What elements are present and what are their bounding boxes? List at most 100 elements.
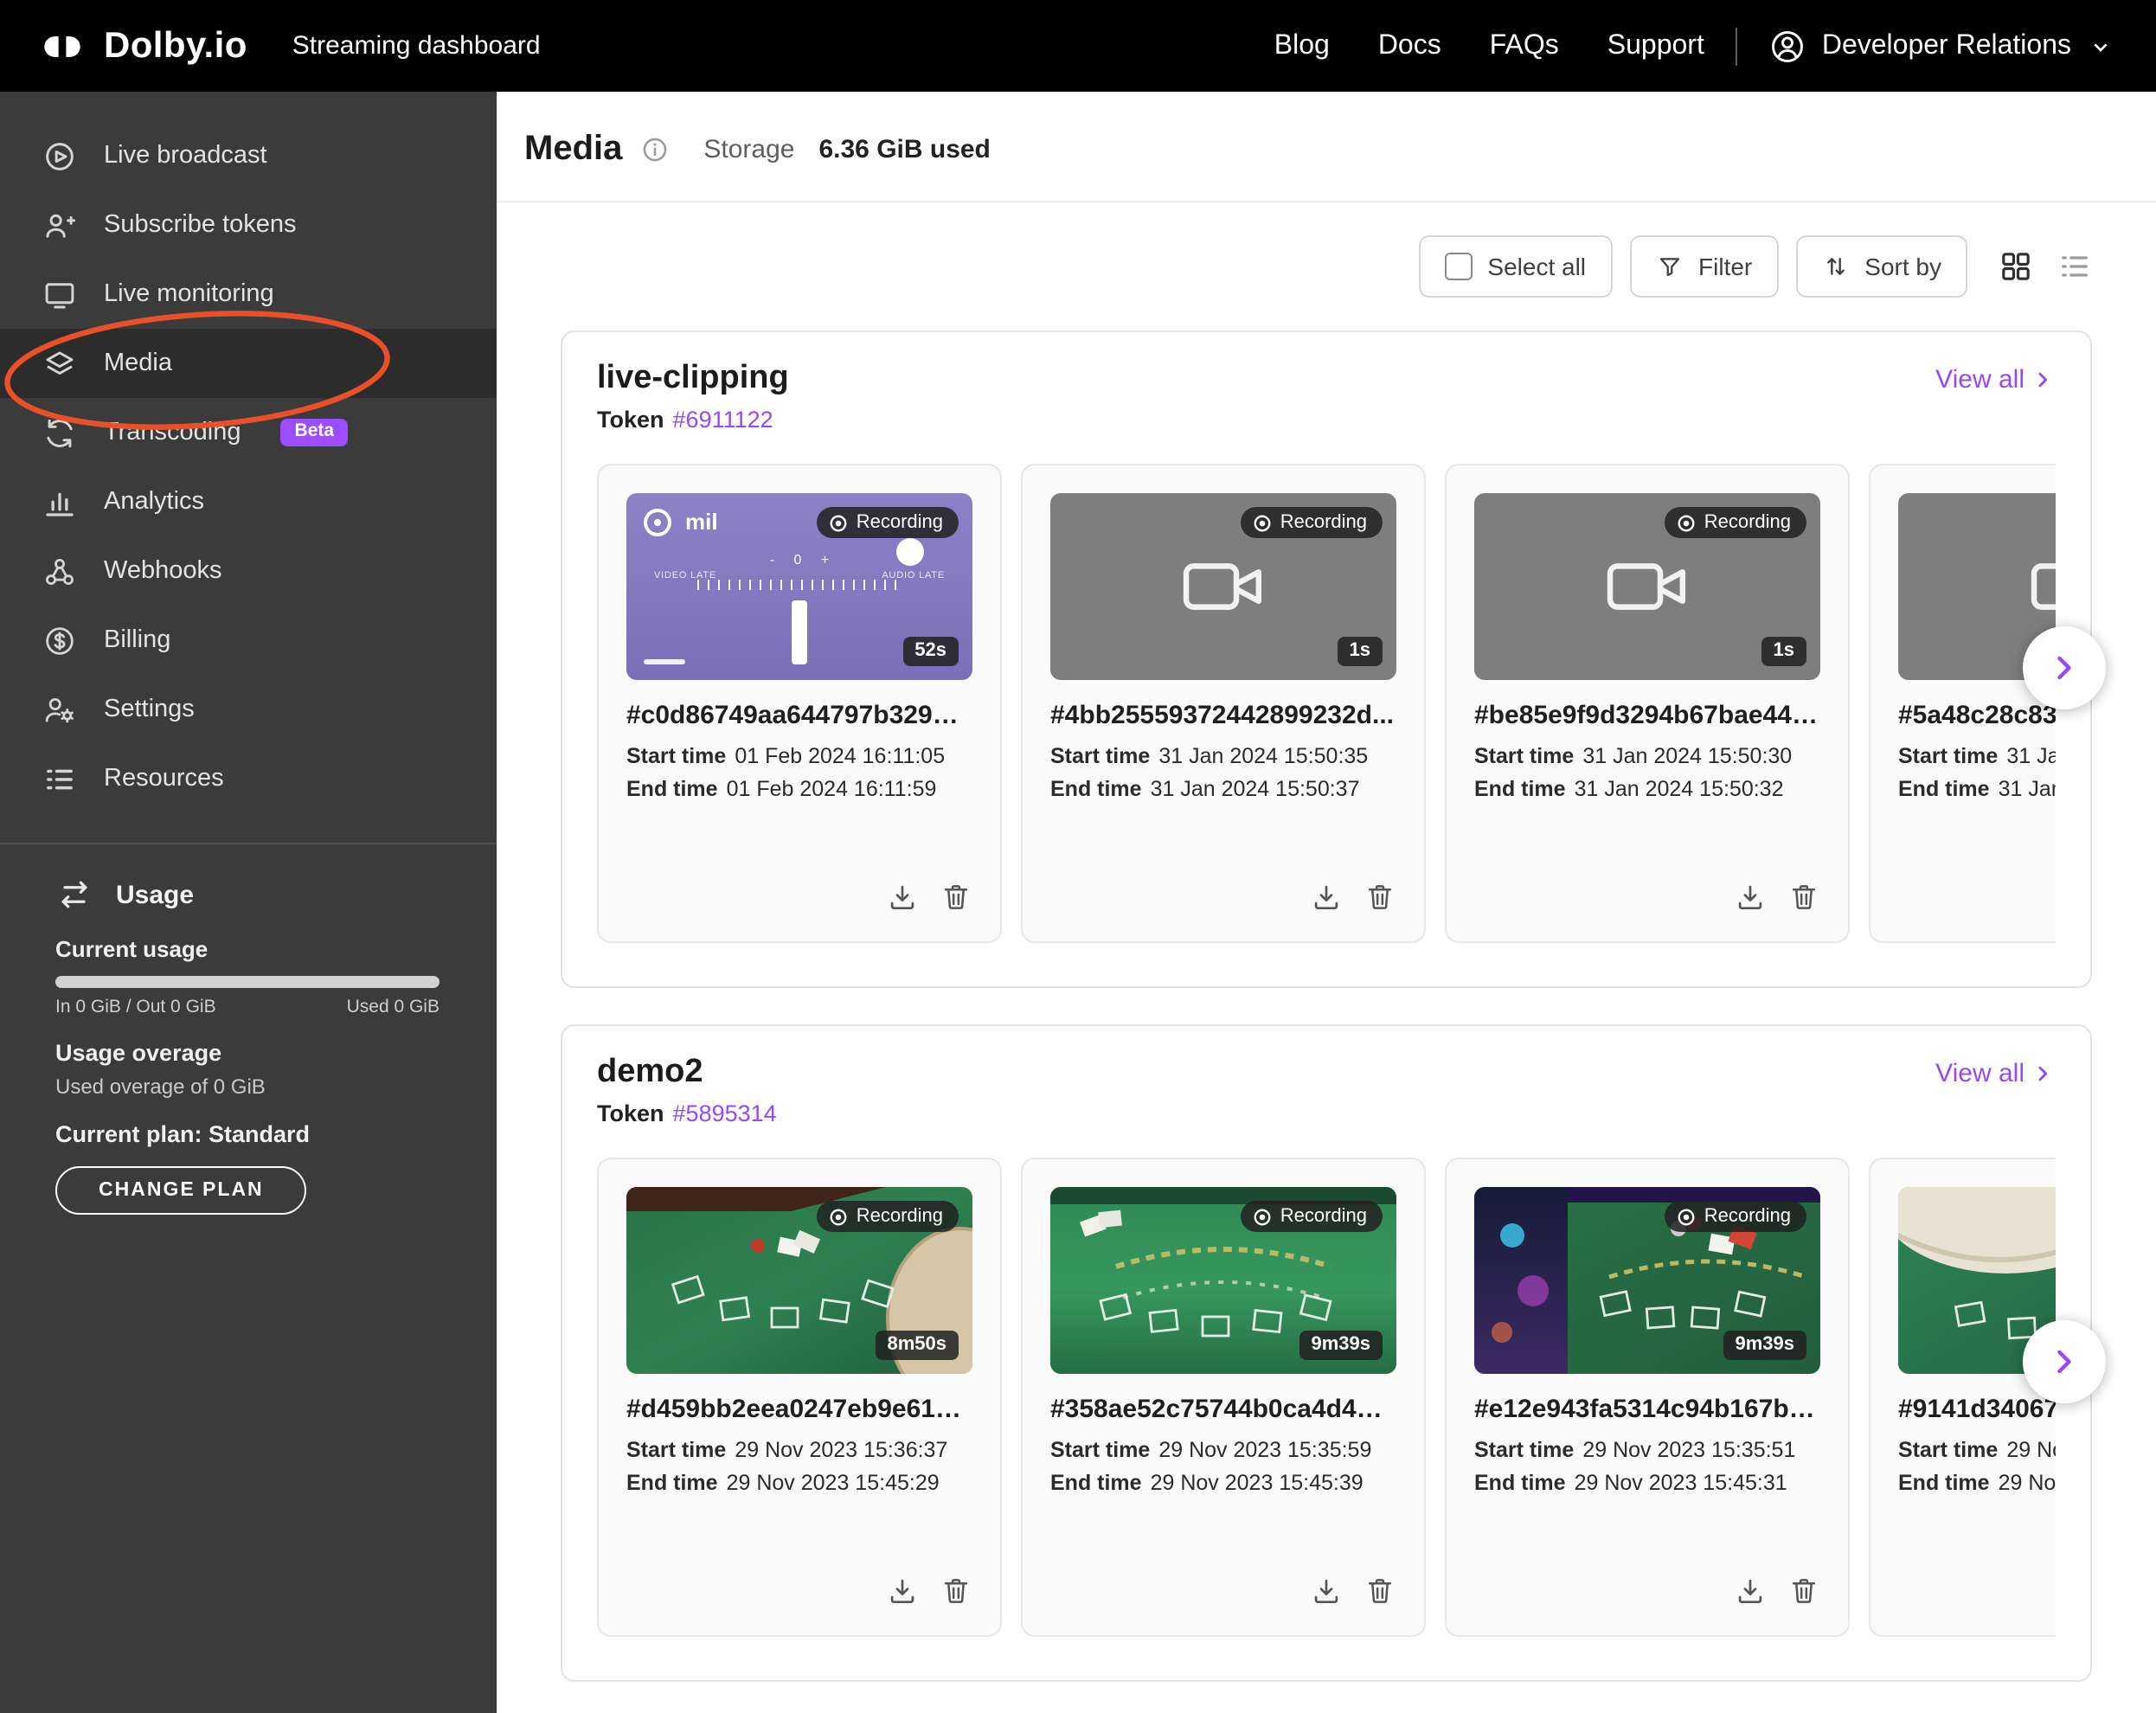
sidebar-item-live-broadcast[interactable]: Live broadcast bbox=[0, 121, 497, 190]
sidebar-item-label: Settings bbox=[104, 696, 195, 723]
toolbar: Select all Filter Sort by bbox=[1418, 235, 2092, 298]
sidebar-item-transcoding[interactable]: Transcoding Beta bbox=[0, 398, 497, 467]
end-time-value: 29 Nov 2023 15:45:31 bbox=[1575, 1471, 1787, 1495]
group-title: live-clipping bbox=[597, 360, 789, 398]
dashboard-subtitle: Streaming dashboard bbox=[292, 31, 541, 61]
nav-docs[interactable]: Docs bbox=[1378, 30, 1441, 61]
media-card[interactable]: Recording 1s #be85e9f9d3294b67bae445... … bbox=[1445, 464, 1850, 943]
account-menu[interactable]: Developer Relations bbox=[1768, 27, 2114, 65]
view-all-link[interactable]: View all bbox=[1935, 364, 2056, 394]
delete-button[interactable] bbox=[1787, 881, 1820, 914]
sort-by-button[interactable]: Sort by bbox=[1795, 235, 1967, 298]
select-all-button[interactable]: Select all bbox=[1418, 235, 1612, 298]
recording-badge: Recording bbox=[817, 1201, 959, 1232]
download-button[interactable] bbox=[886, 1575, 919, 1607]
media-thumbnail[interactable]: Recording 8m50s bbox=[626, 1187, 972, 1374]
settings-icon bbox=[42, 691, 78, 728]
view-all-label: View all bbox=[1935, 364, 2024, 394]
topbar-divider bbox=[1736, 27, 1737, 65]
select-all-checkbox[interactable] bbox=[1444, 253, 1472, 280]
thumbnail-brand-text: mil bbox=[685, 509, 718, 535]
sidebar-item-media[interactable]: Media bbox=[0, 329, 497, 398]
sidebar-item-live-monitoring[interactable]: Live monitoring bbox=[0, 260, 497, 329]
start-time-label: Start time bbox=[626, 744, 726, 768]
nav-blog[interactable]: Blog bbox=[1274, 30, 1330, 61]
chevron-right-icon bbox=[2045, 649, 2083, 687]
chevron-right-icon bbox=[2030, 366, 2056, 392]
resources-list-icon bbox=[42, 760, 78, 797]
media-card[interactable]: mil - 0 + VIDEO LATE AUDIO LATE bbox=[597, 464, 1002, 943]
media-thumbnail[interactable]: Recording 1s bbox=[1474, 493, 1820, 680]
scroll-right-button[interactable] bbox=[2023, 626, 2106, 709]
sidebar-item-webhooks[interactable]: Webhooks bbox=[0, 536, 497, 606]
webhooks-icon bbox=[42, 553, 78, 589]
media-card[interactable]: Recording 8m50s #d459bb2eea0247eb9e613a.… bbox=[597, 1158, 1002, 1637]
media-card[interactable]: #5a48c28c836 Start time31 Jan 2 End time… bbox=[1869, 464, 2056, 943]
current-plan: Current plan: Standard bbox=[55, 1121, 440, 1147]
sidebar-item-settings[interactable]: Settings bbox=[0, 675, 497, 744]
list-view-icon bbox=[2057, 249, 2092, 284]
media-card[interactable]: Recording 9m39s #358ae52c75744b0ca4d4ec.… bbox=[1021, 1158, 1426, 1637]
nav-faqs[interactable]: FAQs bbox=[1490, 30, 1559, 61]
sidebar-item-analytics[interactable]: Analytics bbox=[0, 467, 497, 536]
sidebar-item-resources[interactable]: Resources bbox=[0, 744, 497, 813]
end-time-label: End time bbox=[1050, 777, 1142, 801]
recording-badge: Recording bbox=[817, 507, 959, 538]
media-card[interactable]: #9141d340670 Start time29 Nov 2 End time… bbox=[1869, 1158, 2056, 1637]
end-time-value: 29 Nov 2 bbox=[1999, 1471, 2056, 1495]
scroll-right-button[interactable] bbox=[2023, 1320, 2106, 1403]
page-header: Media Storage 6.36 GiB used bbox=[497, 92, 2156, 170]
media-card[interactable]: Recording 1s #4bb25559372442899232d... S… bbox=[1021, 464, 1426, 943]
media-thumbnail[interactable]: Recording 9m39s bbox=[1050, 1187, 1396, 1374]
grid-view-button[interactable] bbox=[1999, 249, 2033, 284]
end-time-label: End time bbox=[1898, 1471, 1990, 1495]
download-button[interactable] bbox=[1310, 881, 1343, 914]
delete-button[interactable] bbox=[1364, 881, 1396, 914]
media-card[interactable]: Recording 9m39s #e12e943fa5314c94b167bd.… bbox=[1445, 1158, 1850, 1637]
nav-support[interactable]: Support bbox=[1607, 30, 1704, 61]
duration-badge: 9m39s bbox=[1723, 1331, 1806, 1360]
select-all-label: Select all bbox=[1487, 253, 1586, 280]
dolby-logo[interactable]: Dolby.io bbox=[35, 25, 247, 67]
token-link[interactable]: #6911122 bbox=[673, 407, 773, 433]
filter-label: Filter bbox=[1698, 253, 1752, 280]
delete-button[interactable] bbox=[940, 1575, 972, 1607]
change-plan-button[interactable]: CHANGE PLAN bbox=[55, 1166, 307, 1215]
end-time-label: End time bbox=[1898, 777, 1990, 801]
trash-icon bbox=[1787, 881, 1820, 914]
filter-button[interactable]: Filter bbox=[1629, 235, 1778, 298]
top-nav: Blog Docs FAQs Support bbox=[1274, 30, 1704, 61]
stream-group-live-clipping: live-clipping View all Token#6911122 bbox=[561, 330, 2092, 988]
download-button[interactable] bbox=[1734, 881, 1767, 914]
video-camera-icon bbox=[1173, 536, 1274, 637]
sidebar-item-label: Live monitoring bbox=[104, 280, 274, 308]
token-link[interactable]: #5895314 bbox=[673, 1100, 777, 1126]
media-thumbnail[interactable]: mil - 0 + VIDEO LATE AUDIO LATE bbox=[626, 493, 972, 680]
delete-button[interactable] bbox=[1787, 1575, 1820, 1607]
delete-button[interactable] bbox=[940, 881, 972, 914]
download-button[interactable] bbox=[1734, 1575, 1767, 1607]
start-time-value: 31 Jan 2 bbox=[2006, 744, 2056, 768]
sidebar-item-billing[interactable]: Billing bbox=[0, 606, 497, 675]
end-time-label: End time bbox=[626, 777, 718, 801]
recording-badge: Recording bbox=[1665, 507, 1806, 538]
end-time-value: 31 Jan 20 bbox=[1999, 777, 2056, 801]
dolby-double-d-icon bbox=[35, 27, 90, 65]
record-icon bbox=[1253, 1207, 1272, 1226]
sidebar: Live broadcast Subscribe tokens Live mon… bbox=[0, 92, 497, 1713]
sidebar-item-label: Subscribe tokens bbox=[104, 211, 296, 239]
info-icon[interactable] bbox=[639, 135, 669, 164]
view-all-link[interactable]: View all bbox=[1935, 1058, 2056, 1087]
download-button[interactable] bbox=[886, 881, 919, 914]
media-thumbnail[interactable]: Recording 9m39s bbox=[1474, 1187, 1820, 1374]
sidebar-divider bbox=[0, 843, 497, 844]
media-thumbnail[interactable]: Recording 1s bbox=[1050, 493, 1396, 680]
end-time-value: 01 Feb 2024 16:11:59 bbox=[727, 777, 937, 801]
end-time-value: 29 Nov 2023 15:45:29 bbox=[727, 1471, 940, 1495]
list-view-button[interactable] bbox=[2057, 249, 2092, 284]
start-time-label: Start time bbox=[626, 1438, 726, 1462]
thumbnail-ruler bbox=[697, 580, 902, 590]
delete-button[interactable] bbox=[1364, 1575, 1396, 1607]
sidebar-item-subscribe-tokens[interactable]: Subscribe tokens bbox=[0, 190, 497, 260]
download-button[interactable] bbox=[1310, 1575, 1343, 1607]
